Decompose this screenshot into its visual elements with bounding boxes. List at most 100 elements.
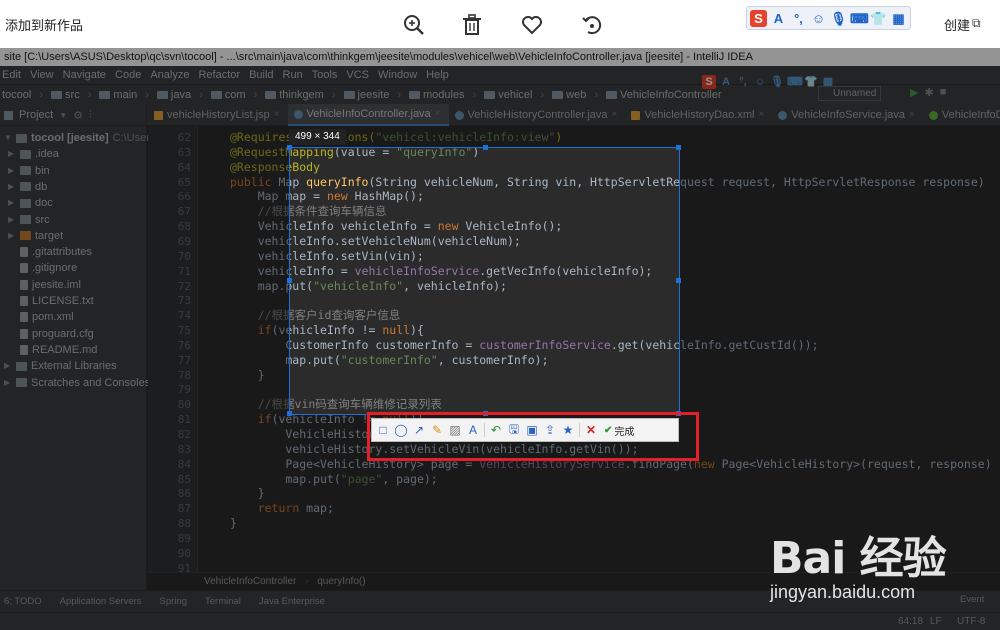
menu-item[interactable]: Tools xyxy=(312,66,338,84)
close-tab-icon[interactable]: × xyxy=(435,103,441,125)
nav-crumb[interactable]: main xyxy=(99,89,137,101)
project-tree-item[interactable]: ▶ .idea xyxy=(0,146,59,162)
divider-icon[interactable]: ⫶ xyxy=(89,109,92,122)
ime-skin-icon[interactable]: 👕 xyxy=(870,10,887,27)
resize-handle-nw[interactable] xyxy=(287,145,292,150)
tool-window-button[interactable]: Spring xyxy=(160,596,187,607)
project-panel-title[interactable]: Project xyxy=(19,109,53,121)
restore-window-icon[interactable]: ⧉ xyxy=(972,16,981,31)
project-tree-item[interactable]: ▶ src xyxy=(0,212,50,228)
resize-handle-ne[interactable] xyxy=(676,145,681,150)
sogou-ime-toolbar[interactable]: S A °, ☺ 🎙 ⌨ 👕 ▦ xyxy=(746,6,911,30)
close-tab-icon[interactable]: × xyxy=(274,104,280,126)
sogou-logo-icon[interactable]: S xyxy=(750,9,767,27)
editor-tab[interactable]: VehicleInfoController.java × xyxy=(287,103,449,126)
editor-tab[interactable]: VehicleInfoDao.java× xyxy=(923,104,1000,126)
code-line[interactable]: } xyxy=(230,516,237,531)
nav-crumb[interactable]: VehicleInfoController xyxy=(606,89,722,101)
code-line[interactable]: @RequiresPermissions("vehicel:vehicleInf… xyxy=(230,130,562,145)
nav-crumb[interactable]: web xyxy=(552,89,586,101)
close-tab-icon[interactable]: × xyxy=(612,104,618,126)
ime-punctuation-icon[interactable]: °, xyxy=(790,10,807,27)
tool-window-button[interactable]: Terminal xyxy=(205,596,241,607)
ime-voice-icon[interactable]: 🎙 xyxy=(830,10,847,27)
resize-handle-sw[interactable] xyxy=(287,411,292,416)
project-tree-item[interactable]: ▶ External Libraries xyxy=(0,358,117,374)
expand-arrow-icon[interactable]: ▶ xyxy=(8,179,16,195)
zoom-in-icon[interactable] xyxy=(401,12,427,38)
editor-tab[interactable]: VehicleHistoryDao.xml × xyxy=(625,104,772,126)
menu-item[interactable]: Window xyxy=(378,66,417,84)
nav-crumb[interactable]: modules xyxy=(408,89,465,101)
project-tree-item[interactable]: .gitignore xyxy=(0,260,77,276)
expand-arrow-icon[interactable]: ▶ xyxy=(4,375,12,391)
menu-item[interactable]: VCS xyxy=(346,66,369,84)
project-tree-item[interactable]: ▶ target xyxy=(0,228,63,244)
menu-item[interactable]: Help xyxy=(426,66,449,84)
menu-item[interactable]: Run xyxy=(283,66,303,84)
close-tab-icon[interactable]: × xyxy=(909,104,915,126)
nav-crumb[interactable]: thinkgem xyxy=(265,89,324,101)
ime-skin-icon[interactable]: 👕 xyxy=(804,75,818,89)
tool-window-button[interactable]: 6: TODO xyxy=(4,596,42,607)
expand-arrow-icon[interactable]: ▶ xyxy=(4,358,12,374)
nav-crumb[interactable]: vehicel xyxy=(484,89,532,101)
project-tree-item[interactable]: ▶ doc xyxy=(0,195,53,211)
editor-tab[interactable]: vehicleHistoryList.jsp × xyxy=(148,104,288,126)
delete-icon[interactable] xyxy=(459,12,485,38)
project-tree-item[interactable]: ▶ db xyxy=(0,179,47,195)
favorite-heart-icon[interactable] xyxy=(519,12,545,38)
editor-tab[interactable]: VehicleInfoService.java × xyxy=(772,104,923,126)
sogou-ime-toolbar-secondary[interactable]: S A °, ☺ 🎙 ⌨ 👕 ▦ xyxy=(702,75,835,89)
menu-item[interactable]: Analyze xyxy=(150,66,189,84)
project-tree-item[interactable]: ▶ Scratches and Consoles xyxy=(0,375,150,391)
expand-arrow-icon[interactable]: ▼ xyxy=(4,130,12,146)
ime-keyboard-icon[interactable]: ⌨ xyxy=(787,75,803,89)
expand-arrow-icon[interactable]: ▶ xyxy=(8,146,16,162)
breadcrumb-method[interactable]: queryInfo() xyxy=(317,576,365,587)
ime-keyboard-icon[interactable]: ⌨ xyxy=(850,10,869,27)
ime-emoji-icon[interactable]: ☺ xyxy=(810,10,827,27)
expand-arrow-icon[interactable]: ▶ xyxy=(8,228,16,244)
debug-icon[interactable]: ✱ xyxy=(924,86,933,99)
ime-chinese-mode-icon[interactable]: A xyxy=(770,10,787,27)
nav-crumb[interactable]: src xyxy=(51,89,80,101)
tool-window-button[interactable]: Application Servers xyxy=(60,596,142,607)
menu-item[interactable]: Edit xyxy=(2,66,21,84)
code-line[interactable]: return map; xyxy=(230,501,334,516)
ime-voice-icon[interactable]: 🎙 xyxy=(770,75,784,89)
menu-item[interactable]: View xyxy=(30,66,54,84)
nav-crumb[interactable]: tocool xyxy=(2,89,31,101)
resize-handle-w[interactable] xyxy=(287,278,292,283)
project-tree-item[interactable]: jeesite.iml xyxy=(0,277,81,293)
menu-item[interactable]: Refactor xyxy=(198,66,240,84)
project-tree-item[interactable]: pom.xml xyxy=(0,309,74,325)
nav-crumb[interactable]: jeesite xyxy=(343,89,389,101)
expand-arrow-icon[interactable]: ▶ xyxy=(8,163,16,179)
project-panel-header[interactable]: Project ▼ ⚙ ⫶ xyxy=(0,104,147,126)
resize-handle-n[interactable] xyxy=(483,145,488,150)
stop-icon[interactable]: ■ xyxy=(940,86,947,99)
rotate-icon[interactable] xyxy=(579,12,605,38)
chevron-down-icon[interactable]: ▼ xyxy=(59,111,67,120)
ime-emoji-icon[interactable]: ☺ xyxy=(753,75,767,89)
code-line[interactable]: } xyxy=(230,486,265,501)
menu-item[interactable]: Code xyxy=(115,66,141,84)
tool-window-button[interactable]: Java Enterprise xyxy=(259,596,325,607)
sogou-logo-icon[interactable]: S xyxy=(702,75,716,89)
menu-item[interactable]: Navigate xyxy=(63,66,106,84)
add-to-new-work-label[interactable]: 添加到新作品 xyxy=(5,15,83,34)
ime-chinese-mode-icon[interactable]: A xyxy=(719,75,733,89)
project-tree-item[interactable]: ▶ bin xyxy=(0,163,50,179)
code-line[interactable]: map.put("page", page); xyxy=(230,472,437,487)
ime-toolbox-icon[interactable]: ▦ xyxy=(890,10,907,27)
project-tree-item[interactable]: .gitattributes xyxy=(0,244,92,260)
code-line[interactable]: } xyxy=(230,368,265,383)
close-tab-icon[interactable]: × xyxy=(758,104,764,126)
run-icon[interactable]: ▶ xyxy=(910,86,918,99)
project-tree-item[interactable]: README.md xyxy=(0,342,97,358)
breadcrumb-class[interactable]: VehicleInfoController xyxy=(204,576,296,587)
project-tree-item[interactable]: LICENSE.txt xyxy=(0,293,94,309)
expand-arrow-icon[interactable]: ▶ xyxy=(8,212,16,228)
nav-crumb[interactable]: java xyxy=(156,89,191,101)
